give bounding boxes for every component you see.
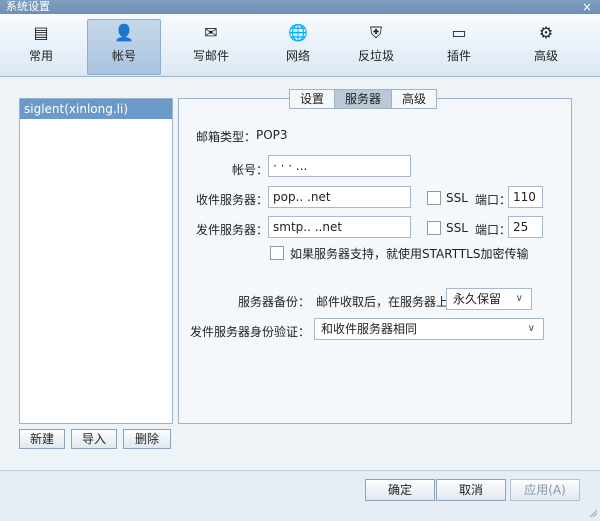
outgoing-port-label: 端口： (475, 223, 512, 237)
apply-button[interactable]: 应用(A) (510, 479, 580, 501)
toolbar-item-label: 常用 (28, 49, 53, 63)
tab-server[interactable]: 服务器 (334, 89, 393, 109)
tab-settings[interactable]: 设置 (289, 89, 336, 109)
window-title: 系统设置 (6, 0, 50, 13)
server-backup-text: 邮件收取后，在服务器上 (316, 295, 449, 309)
mailbox-type-value: POP3 (256, 128, 288, 142)
general-icon: ▤ (33, 23, 49, 42)
compose-icon: ✉ (204, 23, 218, 42)
incoming-server-label: 收件服务器： (195, 193, 268, 207)
title-bar: 系统设置 × (0, 0, 600, 14)
outgoing-server-field[interactable]: smtp.. ..net (268, 216, 411, 238)
toolbar-item-label: 反垃圾 (357, 49, 394, 63)
outgoing-server-label: 发件服务器： (195, 223, 268, 237)
tab-advanced[interactable]: 高级 (391, 89, 438, 109)
shield-icon: ⛨ (369, 23, 382, 42)
resize-grip-icon[interactable] (588, 508, 598, 518)
settings-toolbar: ▤ 常用 👤 帐号 ✉ 写邮件 🌐 网络 ⛨ 反垃圾 ▭ 插件 ⚙ 高级 (0, 14, 600, 77)
ok-button[interactable]: 确定 (365, 479, 435, 501)
account-list-item[interactable]: siglent(xinlong.li) (20, 99, 172, 119)
chevron-down-icon: ∨ (515, 293, 523, 304)
toolbar-item-plugins[interactable]: ▭ 插件 (423, 20, 495, 72)
close-icon[interactable]: × (582, 0, 592, 14)
toolbar-item-antispam[interactable]: ⛨ 反垃圾 (340, 20, 412, 72)
toolbar-item-label: 插件 (446, 49, 471, 63)
incoming-port-field[interactable]: 110 (508, 186, 543, 208)
outgoing-auth-label: 发件服务器身份验证： (189, 325, 310, 339)
account-list: siglent(xinlong.li) (19, 98, 173, 424)
cancel-button[interactable]: 取消 (436, 479, 506, 501)
toolbar-item-label: 写邮件 (192, 49, 229, 63)
new-account-button[interactable]: 新建 (19, 429, 65, 449)
toolbar-item-general[interactable]: ▤ 常用 (5, 20, 77, 72)
outgoing-auth-selected: 和收件服务器相同 (321, 322, 418, 336)
mailbox-type-label: 邮箱类型： (195, 130, 256, 144)
toolbar-item-network[interactable]: 🌐 网络 (262, 20, 334, 72)
starttls-label: 如果服务器支持，就使用STARTTLS加密传输 (290, 247, 529, 261)
incoming-ssl-checkbox[interactable] (427, 191, 441, 205)
account-icon: 👤 (114, 23, 134, 42)
server-backup-label: 服务器备份： (237, 295, 310, 309)
account-label: 帐号： (231, 163, 268, 177)
incoming-server-field[interactable]: pop.. .net (268, 186, 411, 208)
plugin-icon: ▭ (451, 23, 467, 42)
toolbar-item-label: 网络 (285, 49, 310, 63)
outgoing-ssl-label: SSL (446, 221, 468, 235)
outgoing-auth-select[interactable]: 和收件服务器相同 ∨ (314, 318, 544, 340)
account-field[interactable]: · · · ... (268, 155, 411, 177)
toolbar-item-compose[interactable]: ✉ 写邮件 (175, 20, 247, 72)
server-backup-selected: 永久保留 (453, 292, 502, 306)
server-backup-select[interactable]: 永久保留 ∨ (446, 288, 532, 310)
outgoing-ssl-checkbox[interactable] (427, 221, 441, 235)
incoming-port-label: 端口： (475, 193, 512, 207)
network-icon: 🌐 (288, 23, 308, 42)
starttls-checkbox[interactable] (270, 246, 284, 260)
toolbar-item-label: 高级 (533, 49, 558, 63)
settings-window: 系统设置 × ▤ 常用 👤 帐号 ✉ 写邮件 🌐 网络 ⛨ 反垃圾 ▭ 插件 ⚙ (0, 0, 600, 521)
import-account-button[interactable]: 导入 (71, 429, 117, 449)
gear-icon: ⚙ (538, 23, 554, 42)
outgoing-port-field[interactable]: 25 (508, 216, 543, 238)
toolbar-item-label: 帐号 (111, 49, 136, 63)
chevron-down-icon: ∨ (527, 323, 535, 334)
toolbar-item-advanced[interactable]: ⚙ 高级 (510, 20, 582, 72)
incoming-ssl-label: SSL (446, 191, 468, 205)
settings-tabs: 设置 服务器 高级 (289, 89, 438, 109)
delete-account-button[interactable]: 删除 (123, 429, 171, 449)
toolbar-item-account[interactable]: 👤 帐号 (87, 19, 161, 75)
